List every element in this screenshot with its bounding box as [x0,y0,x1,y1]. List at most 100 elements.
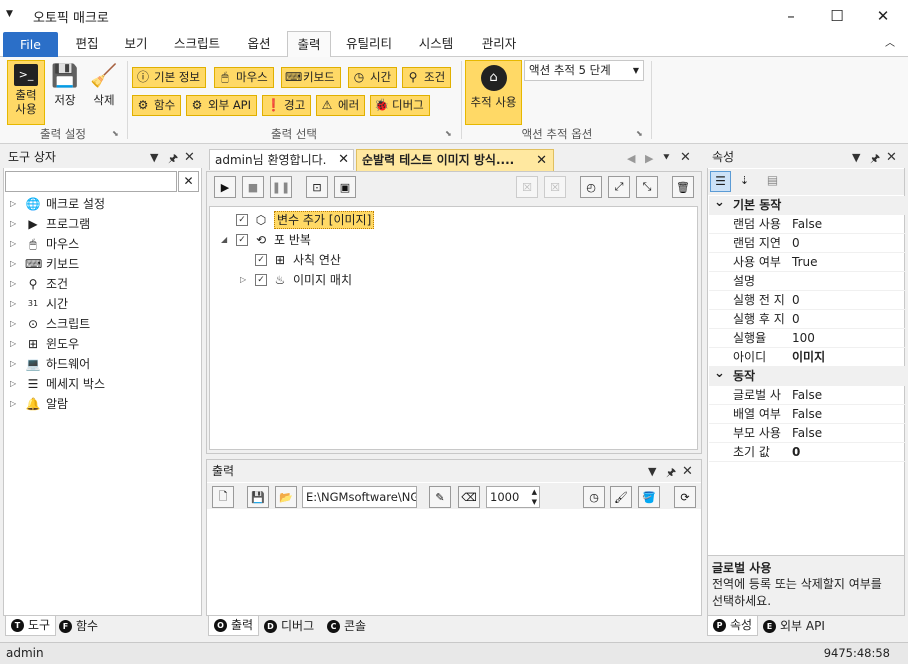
quick-access-dropdown-icon[interactable]: ▼ [6,9,13,19]
tab-external-api[interactable]: E 외부 API [758,616,830,636]
output-path-input[interactable]: E:\NGMsoftware\NG [302,486,417,508]
pause-button[interactable]: ❚❚ [270,176,292,198]
paint-bucket-icon[interactable]: 🪣 [638,486,660,508]
output-condition-button[interactable]: ⚲ 조건 [402,67,452,88]
expand-arrow-icon[interactable]: ▷ [10,194,20,214]
spin-icon[interactable]: ▲ ▼ [532,487,537,507]
tree-item-var-add[interactable]: ✓ ⬡ 변수 추가 [이미지] [221,210,375,230]
output-warning-button[interactable]: ❗ 경고 [262,95,312,116]
pin-icon[interactable]: 🖈 [168,150,178,169]
refresh-icon[interactable]: ⟳ [674,486,696,508]
output-use-button[interactable]: >_ 출력 사용 [7,60,45,125]
checkbox[interactable]: ✓ [236,214,248,226]
property-value[interactable]: False [792,215,822,234]
menu-options[interactable]: 옵션 [236,31,282,57]
menu-file[interactable]: File [3,32,58,57]
close-icon[interactable]: ✕ [680,150,691,165]
property-row[interactable]: 실행 후 지 0 [709,310,905,329]
expand-arrow-icon[interactable]: ▷ [240,270,250,290]
new-log-button[interactable]: 🗋 [212,486,234,508]
output-basic-info-button[interactable]: ⓘ 기본 정보 [132,67,206,88]
save-log-button[interactable]: 💾 [247,486,269,508]
categorized-icon[interactable]: ☰ [710,171,731,192]
checkbox[interactable]: ✓ [236,234,248,246]
tab-tools[interactable]: T 도구 [5,616,57,636]
delete-all-disabled-button[interactable]: ☒ [544,176,566,198]
minimize-button[interactable]: – [768,0,814,31]
dialog-launcher-icon[interactable]: ⬊ [445,129,452,138]
toolbox-item[interactable]: ▷ ⊞ 윈도우 [10,334,79,354]
toolbox-item[interactable]: ▷ 💻 하드웨어 [10,354,90,374]
property-row[interactable]: 배열 여부 False [709,405,905,424]
checkbox[interactable]: ✓ [255,254,267,266]
dialog-launcher-icon[interactable]: ⬊ [636,129,643,138]
collapse-arrow-icon[interactable]: ⌄ [714,364,725,383]
output-external-api-button[interactable]: ⚙ 외부 API [186,95,258,116]
tab-debug[interactable]: D 디버그 [259,616,319,636]
property-row[interactable]: 글로벌 사 False [709,386,905,405]
expand-arrow-icon[interactable]: ▷ [10,314,20,334]
trace-use-button[interactable]: ⌂ 추적 사용 [465,60,522,125]
run-step-button[interactable]: ⊡ [306,176,328,198]
output-time-button[interactable]: ◷ 시간 [348,67,398,88]
tree-item-for-loop[interactable]: ◢ ✓ ⟲ 포 반복 [221,230,311,250]
brush-icon[interactable]: 🖌 [610,486,632,508]
property-value[interactable]: 0 [792,291,800,310]
property-value[interactable]: 0 [792,310,800,329]
property-value[interactable]: 100 [792,329,815,348]
expand-all-icon[interactable]: ⤢ [608,176,630,198]
expand-arrow-icon[interactable]: ▷ [10,334,20,354]
maximize-button[interactable]: ☐ [814,0,860,31]
output-debug-button[interactable]: 🐞 디버그 [370,95,430,116]
pin-icon[interactable]: 🖈 [870,150,880,169]
clock-icon[interactable]: ◷ [583,486,605,508]
property-category[interactable]: ⌄ 기본 동작 [709,193,905,215]
menu-view[interactable]: 보기 [113,31,159,57]
output-mouse-button[interactable]: 🖱 마우스 [214,67,274,88]
menu-output[interactable]: 출력 [287,31,331,58]
property-value[interactable]: False [792,424,822,443]
collapse-arrow-icon[interactable]: ⌄ [714,193,725,212]
property-row[interactable]: 실행 전 지 0 [709,291,905,310]
menu-script[interactable]: 스크립트 [164,31,230,57]
sort-az-icon[interactable]: ⇣ [734,171,755,192]
tab-welcome[interactable]: admin님 환영합니다. ✕ [209,149,354,170]
tab-functions[interactable]: F 함수 [54,616,103,636]
property-row[interactable]: 설명 [709,272,905,291]
scroll-right-icon[interactable]: ▶ [645,152,653,165]
output-keyboard-button[interactable]: ⌨ 키보드 [281,67,341,88]
trash-icon[interactable]: 🗑 [672,176,694,198]
toolbox-item[interactable]: ▷ 🔔 알람 [10,394,68,414]
tab-properties[interactable]: P 속성 [707,616,759,636]
property-value[interactable]: 0 [792,443,800,462]
stop-button[interactable]: ■ [242,176,264,198]
reset-button[interactable]: ◴ [580,176,602,198]
trace-level-dropdown[interactable]: 액션 추적 5 단계 ▼ [524,60,644,81]
tab-list-icon[interactable]: ⯆ [662,151,671,165]
toolbox-item[interactable]: ▷ ▶ 프로그램 [10,214,90,234]
collapse-ribbon-icon[interactable]: ︿ [880,31,900,57]
expand-arrow-icon[interactable]: ▷ [10,214,20,234]
close-icon[interactable]: ✕ [886,150,897,165]
close-icon[interactable]: ✕ [338,150,349,170]
line-count-stepper[interactable]: 1000 ▲ ▼ [486,486,540,508]
property-row[interactable]: 실행율 100 [709,329,905,348]
expand-arrow-icon[interactable]: ▷ [10,354,20,374]
property-pages-icon[interactable]: ▤ [762,171,783,192]
property-row[interactable]: 랜덤 지연 0 [709,234,905,253]
output-function-button[interactable]: ⚙ 함수 [132,95,182,116]
toolbox-item[interactable]: ▷ ⚲ 조건 [10,274,68,294]
expand-arrow-icon[interactable]: ▷ [10,254,20,274]
open-folder-button[interactable]: 📂 [275,486,297,508]
menu-edit[interactable]: 편집 [64,31,110,57]
property-row[interactable]: 아이디 이미지 [709,348,905,367]
expand-arrow-icon[interactable]: ▷ [10,294,20,314]
toolbox-item[interactable]: ▷ 31 시간 [10,294,68,314]
toolbox-search-input[interactable] [5,171,177,192]
close-icon[interactable]: ✕ [184,150,195,165]
delete-disabled-button[interactable]: ☒ [516,176,538,198]
menu-system[interactable]: 시스템 [408,31,464,57]
property-row[interactable]: 사용 여부 True [709,253,905,272]
eraser-button[interactable]: ⌫ [458,486,480,508]
collapse-all-icon[interactable]: ⤡ [636,176,658,198]
